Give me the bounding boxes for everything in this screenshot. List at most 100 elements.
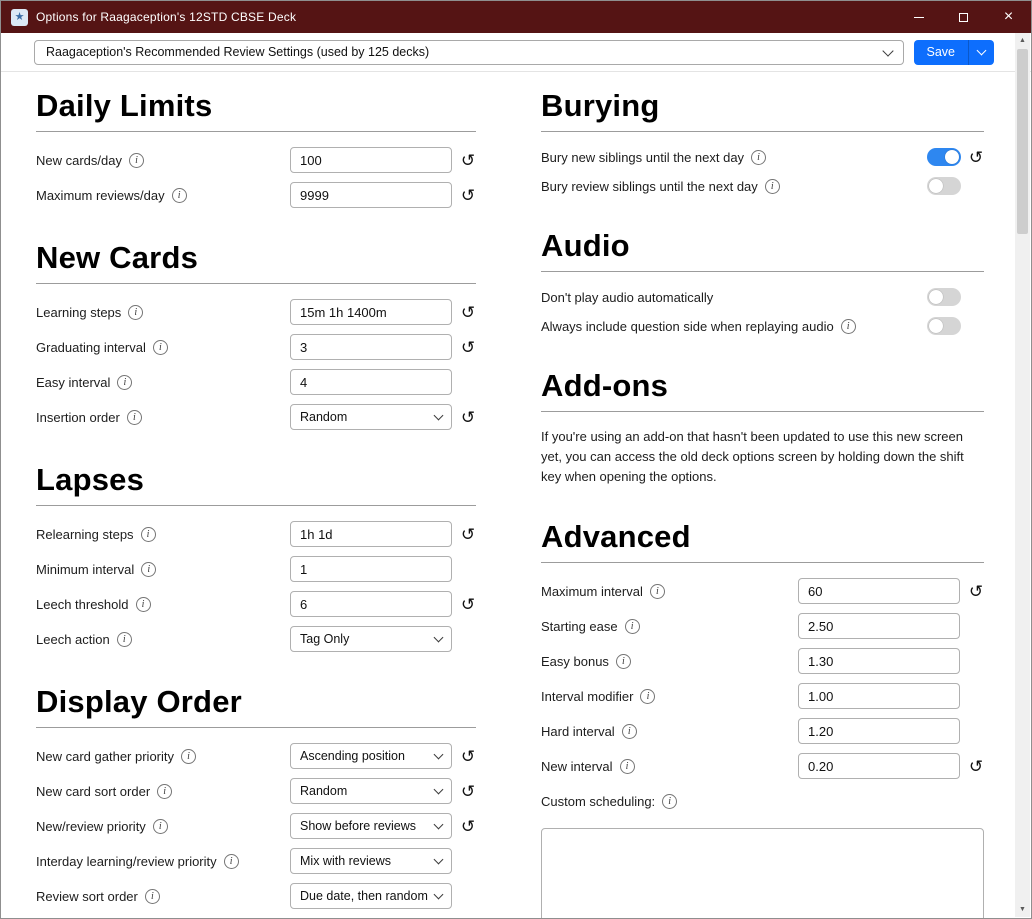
select-value: Random [300, 410, 348, 424]
info-icon[interactable]: i [157, 783, 173, 799]
revert-icon[interactable]: ↺ [968, 583, 984, 600]
maximum-interval-input[interactable] [798, 578, 960, 605]
info-icon[interactable]: i [126, 409, 142, 425]
minimum-interval-input[interactable] [290, 556, 452, 582]
revert-icon[interactable]: ↺ [460, 526, 476, 543]
setting-label-wrap: Easy interval i [36, 374, 290, 390]
setting-label-wrap: Learning steps i [36, 304, 290, 320]
scroll-up-arrow[interactable]: ▲ [1015, 33, 1030, 48]
revert-icon[interactable]: ↺ [460, 409, 476, 426]
scrollbar[interactable]: ▲ ▼ [1015, 33, 1030, 917]
maximize-button[interactable] [941, 1, 986, 33]
section-divider [541, 271, 984, 272]
easy-interval-input[interactable] [290, 369, 452, 395]
save-button[interactable]: Save [913, 39, 968, 65]
info-icon[interactable]: i [621, 723, 637, 739]
info-icon[interactable]: i [171, 187, 187, 203]
custom-scheduling-textarea[interactable] [541, 828, 984, 918]
setting-row-new-review-priority: New/review priority i Show before review… [36, 813, 476, 839]
info-icon[interactable]: i [764, 178, 780, 194]
setting-label-wrap: Always include question side when replay… [541, 318, 927, 334]
setting-label-wrap: Bury new siblings until the next day i [541, 149, 927, 165]
section-advanced: Advanced Maximum interval i ↺ Starting e… [541, 519, 984, 918]
info-icon[interactable]: i [181, 748, 196, 764]
info-icon[interactable]: i [117, 374, 133, 390]
revert-icon[interactable]: ↺ [460, 339, 476, 356]
preset-select[interactable]: Raagaception's Recommended Review Settin… [34, 39, 904, 65]
new-review-priority-select[interactable]: Show before reviews [290, 813, 452, 839]
revert-icon[interactable]: ↺ [460, 783, 476, 800]
interday-priority-select[interactable]: Mix with reviews [290, 848, 452, 874]
bury-review-toggle[interactable] [927, 177, 961, 195]
setting-control: Ascending position ↺ [290, 743, 476, 769]
insertion-order-select[interactable]: Random [290, 404, 452, 430]
info-icon[interactable]: i [144, 888, 160, 904]
revert-icon[interactable]: ↺ [460, 596, 476, 613]
review-sort-order-select[interactable]: Due date, then random [290, 883, 452, 909]
section-addons: Add-ons If you're using an add-on that h… [541, 368, 984, 487]
info-icon[interactable]: i [624, 618, 640, 634]
dont-play-audio-toggle[interactable] [927, 288, 961, 306]
info-icon[interactable]: i [223, 853, 239, 869]
leech-threshold-input[interactable] [290, 591, 452, 617]
close-button[interactable]: × [986, 1, 1031, 33]
info-icon[interactable]: i [128, 152, 144, 168]
info-icon[interactable]: i [619, 758, 635, 774]
setting-control: ↺ [290, 147, 476, 173]
setting-row-bury-new: Bury new siblings until the next day i ↺ [541, 147, 984, 167]
revert-icon[interactable]: ↺ [968, 758, 984, 775]
revert-icon[interactable]: ↺ [460, 152, 476, 169]
scroll-down-arrow[interactable]: ▼ [1015, 902, 1030, 917]
sort-order-select[interactable]: Random [290, 778, 452, 804]
info-icon[interactable]: i [116, 631, 132, 647]
new-cards-day-input[interactable] [290, 147, 452, 173]
deck-options-window: ★ Options for Raagaception's 12STD CBSE … [0, 0, 1032, 919]
revert-icon[interactable]: ↺ [460, 748, 476, 765]
replay-question-audio-toggle[interactable] [927, 317, 961, 335]
minimize-button[interactable] [896, 1, 941, 33]
easy-bonus-input[interactable] [798, 648, 960, 675]
revert-icon[interactable]: ↺ [968, 149, 984, 166]
info-icon[interactable]: i [140, 526, 156, 542]
info-icon[interactable]: i [640, 688, 656, 704]
info-icon[interactable]: i [152, 818, 168, 834]
bury-new-toggle[interactable] [927, 148, 961, 166]
info-icon[interactable]: i [135, 596, 151, 612]
setting-label: Minimum interval [36, 561, 135, 577]
setting-row-sort-order: New card sort order i Random ↺ [36, 778, 476, 804]
relearning-steps-input[interactable] [290, 521, 452, 547]
setting-control: ↺ [798, 578, 984, 605]
new-interval-input[interactable] [798, 753, 960, 780]
titlebar[interactable]: ★ Options for Raagaception's 12STD CBSE … [1, 1, 1031, 33]
setting-label-wrap: Maximum reviews/day i [36, 187, 290, 203]
setting-control: ↺ [290, 521, 476, 547]
starting-ease-input[interactable] [798, 613, 960, 640]
learning-steps-input[interactable] [290, 299, 452, 325]
gather-priority-select[interactable]: Ascending position [290, 743, 452, 769]
setting-label-wrap: Don't play audio automatically [541, 290, 927, 305]
revert-icon[interactable]: ↺ [460, 304, 476, 321]
graduating-interval-input[interactable] [290, 334, 452, 360]
info-icon[interactable]: i [615, 653, 631, 669]
interval-modifier-input[interactable] [798, 683, 960, 710]
info-icon[interactable]: i [152, 339, 168, 355]
setting-label: New card gather priority [36, 748, 174, 764]
save-split-button: Save [913, 39, 994, 65]
max-reviews-day-input[interactable] [290, 182, 452, 208]
info-icon[interactable]: i [141, 561, 157, 577]
revert-icon[interactable]: ↺ [460, 187, 476, 204]
info-icon[interactable]: i [662, 793, 678, 809]
save-dropdown-button[interactable] [968, 39, 994, 65]
setting-row-hard-interval: Hard interval i [541, 718, 984, 745]
setting-control [798, 648, 984, 675]
info-icon[interactable]: i [751, 149, 767, 165]
info-icon[interactable]: i [649, 583, 665, 599]
hard-interval-input[interactable] [798, 718, 960, 745]
info-icon[interactable]: i [128, 304, 144, 320]
scrollbar-thumb[interactable] [1017, 49, 1028, 234]
info-icon[interactable]: i [840, 318, 856, 334]
setting-label-wrap: Starting ease i [541, 618, 798, 634]
revert-icon[interactable]: ↺ [460, 818, 476, 835]
setting-row-insertion-order: Insertion order i Random ↺ [36, 404, 476, 430]
leech-action-select[interactable]: Tag Only [290, 626, 452, 652]
